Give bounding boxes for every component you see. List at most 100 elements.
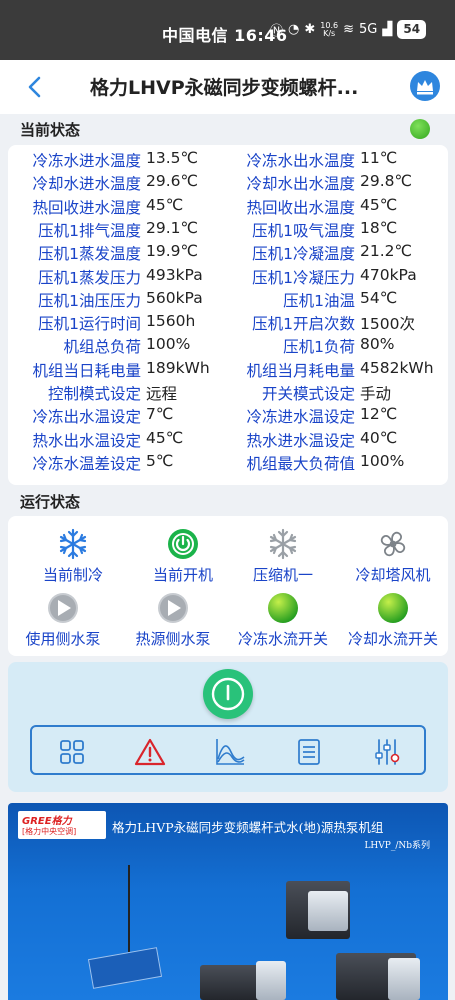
parameter-row: 机组总负荷 100% 压机1负荷 80% [8,335,448,358]
crown-icon [417,80,433,95]
parameter-value: 45℃ [146,428,184,447]
parameter-value: 29.1℃ [146,218,198,237]
battery-indicator: 54 [397,20,427,39]
parameter-value: 100% [360,451,405,470]
signal-icon: 5G [358,22,378,37]
status-item-cooling: 当前制冷 [18,528,128,588]
chevron-left-icon [28,76,41,98]
parameter-value: 5℃ [146,451,174,470]
parameter-label: 冷冻水出水温度 [246,152,355,170]
current-status-title: 当前状态 [20,121,81,139]
run-status-title: 运行状态 [20,493,81,511]
parameter-label: 冷冻水进水温度 [32,152,141,170]
status-item-cooling-flow-switch: 冷却水流开关 [338,592,448,652]
parameters-panel: 冷冻水进水温度 13.5℃ 冷冻水出水温度 11℃ 冷却水进水温度 29.6℃ 冷却水出水温… [8,145,448,485]
status-item-label: 当前制冷 [42,566,103,584]
function-toolbar [30,725,426,775]
parameter-row: 压机1排气温度 29.1℃ 压机1吸气温度 18℃ [8,219,448,242]
parameter-label: 压机1油温 [283,291,355,310]
parameter-row: 压机1运行时间 1560h 压机1开启次数 1500次 [8,312,448,335]
parameter-label: 冷冻出水温设定 [32,408,141,427]
parameter-label: 热水出水温设定 [32,431,141,450]
overview-button[interactable] [57,737,87,767]
status-item-use-pump: 使用侧水泵 [8,592,118,652]
parameter-value: 13.5℃ [146,149,198,167]
parameter-row: 冷冻水温差设定 5℃ 机组最大负荷值 100% [8,452,448,475]
page-title: 格力LHVP永磁同步变频螺杆... [90,77,359,99]
run-status-panel: 当前制冷 当前开机 压缩机一 冷却塔风机 使用侧水泵 热源侧水泵 冷冻水流开关 … [8,516,448,656]
parameter-value: 1500次 [360,315,415,334]
status-item-label: 当前开机 [152,566,213,584]
back-button[interactable] [20,72,50,102]
parameter-row: 压机1蒸发压力 493kPa 压机1冷凝压力 470kPa [8,266,448,289]
vip-button[interactable] [410,71,440,101]
status-item-label: 使用侧水泵 [25,630,101,648]
parameter-value: 29.8℃ [360,172,412,191]
parameter-label: 压机1排气温度 [38,221,141,240]
parameter-value: 远程 [146,385,178,403]
parameter-label: 压机1蒸发温度 [38,245,141,264]
status-icons: Ⓝ ◔ ✱ 10.6 K/s ≋ 5G ▟ 54 [270,20,427,39]
parameter-row: 冷冻水进水温度 13.5℃ 冷冻水出水温度 11℃ [8,149,448,172]
flow-switch-icon [378,593,408,623]
parameter-row: 热水出水温设定 45℃ 热水进水温设定 40℃ [8,429,448,452]
parameter-value: 21.2℃ [360,242,412,261]
parameter-value: 100% [146,335,191,354]
system-status-bar: 中国电信 16:46 Ⓝ ◔ ✱ 10.6 K/s ≋ 5G ▟ 54 [0,0,455,60]
parameter-label: 压机1油压压力 [38,291,141,310]
snowflake-icon [59,528,87,560]
nfc-icon: Ⓝ [270,24,284,39]
parameter-value: 80% [360,335,395,354]
parameter-value: 54℃ [360,288,398,307]
parameter-value: 29.6℃ [146,172,198,191]
pump-icon [158,593,188,623]
status-item-label: 冷冻水流开关 [237,630,328,648]
parameter-value: 560kPa [146,288,203,307]
grid-icon [60,740,84,764]
product-banner[interactable]: GREE格力 [格力中央空调] 格力LHVP永磁同步变频螺杆式水(地)源热泵机组… [8,803,448,1000]
parameter-value: 手动 [360,385,392,403]
parameter-label: 压机1蒸发压力 [38,268,141,287]
wifi-icon: ≋ [343,22,354,37]
status-item-label: 热源侧水泵 [135,630,211,648]
status-item-label: 压缩机一 [252,566,313,584]
compressor-snowflake-icon [269,528,297,560]
list-icon [298,739,320,765]
alarm-button[interactable] [134,737,166,767]
parameter-row: 控制模式设定 远程 开关模式设定 手动 [8,382,448,405]
parameter-label: 机组总负荷 [63,338,141,357]
alarm-icon [134,738,166,766]
parameter-label: 热水进水温设定 [246,431,355,450]
parameter-value: 189kWh [146,358,210,377]
dnd-icon: ◔ [288,22,300,37]
carrier-time: 中国电信 16:46 [162,26,288,45]
fan-icon [380,531,406,557]
pump-icon [48,593,78,623]
parameter-row: 机组当日耗电量 189kWh 机组当月耗电量 4582kWh [8,359,448,382]
parameter-row: 压机1油压压力 560kPa 压机1油温 54℃ [8,289,448,312]
brand-bottom: [格力中央空调] [22,827,77,836]
flow-switch-icon [268,593,298,623]
settings-sliders-icon [375,739,400,765]
app-header: 格力LHVP永磁同步变频螺杆... [0,60,455,114]
parameter-row: 冷冻出水温设定 7℃ 冷冻进水温设定 12℃ [8,405,448,428]
parameter-label: 热回收进水温度 [32,198,141,217]
records-button[interactable] [294,737,324,767]
parameter-value: 1560h [146,312,196,331]
brand-top: GREE格力 [22,816,72,827]
parameter-value: 18℃ [360,218,398,237]
curve-button[interactable] [214,737,245,767]
parameter-value: 12℃ [360,405,398,424]
parameter-value: 4582kWh [360,358,434,377]
settings-button[interactable] [372,737,402,767]
power-icon [211,677,245,711]
bluetooth-icon: ✱ [304,22,316,37]
parameter-value: 11℃ [360,149,398,167]
power-button[interactable] [203,669,253,719]
banner-subtitle: LHVP_/Nb系列 [364,841,430,851]
parameter-value: 45℃ [360,195,398,214]
signal-bars-icon: ▟ [382,22,393,37]
status-item-label: 冷却水流开关 [347,630,438,648]
parameter-label: 压机1开启次数 [252,315,355,334]
parameter-value: 19.9℃ [146,242,198,261]
